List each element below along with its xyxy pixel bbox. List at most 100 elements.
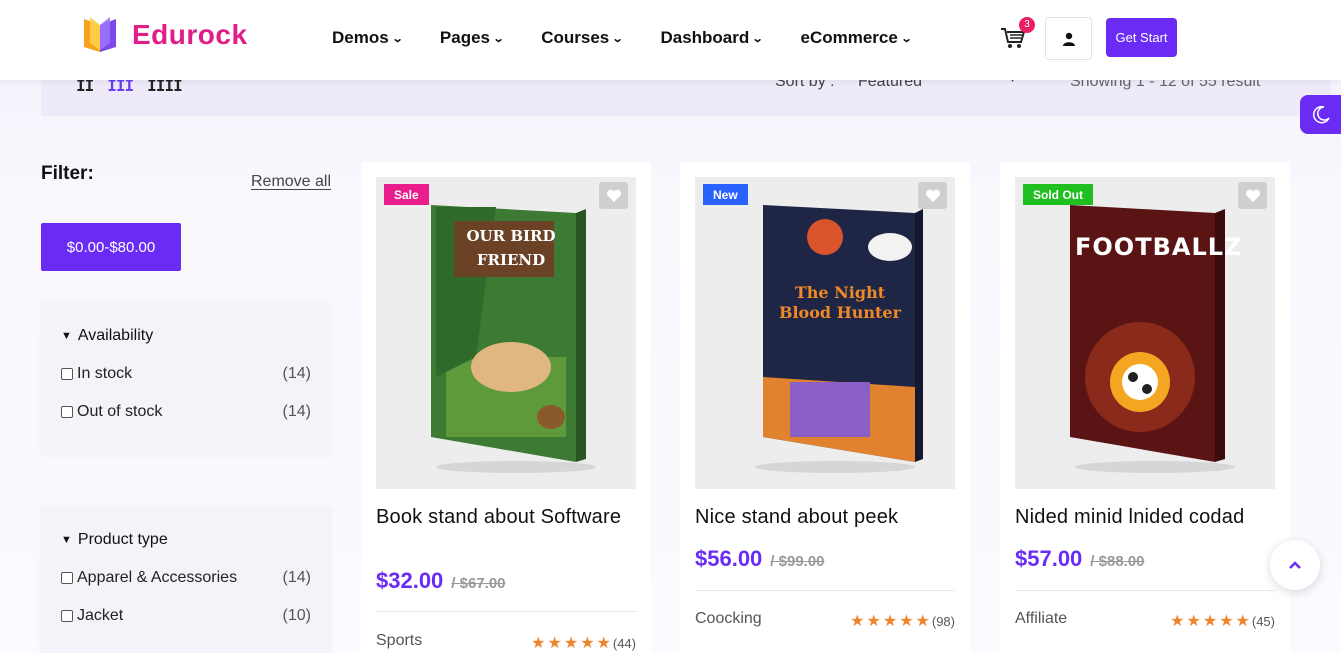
star-icon: ★ xyxy=(866,613,881,630)
facet-title: Availability xyxy=(77,327,154,344)
nav-label: eCommerce xyxy=(800,28,898,47)
divider xyxy=(1015,590,1275,591)
product-card[interactable]: The Night Blood Hunter New Nice stand ab… xyxy=(680,162,970,653)
star-icon: ★ xyxy=(547,635,562,652)
nav-label: Demos xyxy=(332,28,389,47)
user-icon xyxy=(1062,32,1075,46)
product-card[interactable]: FOOTBALLZ Sold Out Nided minid lnided co… xyxy=(1000,162,1290,653)
checkbox[interactable] xyxy=(61,406,73,418)
product-image[interactable]: The Night Blood Hunter New xyxy=(695,177,955,489)
facet-option[interactable]: Apparel & Accessories (14) xyxy=(61,569,311,587)
option-label: Out of stock xyxy=(77,403,163,420)
rating: ★ ★ ★ ★ ★ (44) xyxy=(531,633,636,653)
caret-down-icon: ▼ xyxy=(61,330,72,342)
brand-name: Edurock xyxy=(132,19,248,50)
chevron-down-icon: ⌄ xyxy=(492,32,505,45)
star-icon: ★ xyxy=(531,635,546,652)
checkbox[interactable] xyxy=(61,572,73,584)
user-account-button[interactable] xyxy=(1045,17,1092,60)
cover-title: OUR BIRD FRIEND xyxy=(466,227,556,269)
product-image[interactable]: FOOTBALLZ Sold Out xyxy=(1015,177,1275,489)
nav-demos[interactable]: Demos ⌄ xyxy=(332,28,404,48)
star-icon: ★ xyxy=(882,613,898,630)
review-count: (98) xyxy=(931,613,955,629)
star-icon: ★ xyxy=(1186,613,1201,630)
cover-title: FOOTBALLZ xyxy=(1075,233,1243,261)
price: $32.00 xyxy=(376,568,444,593)
checkbox[interactable] xyxy=(61,368,73,380)
product-category[interactable]: Affiliate xyxy=(1015,610,1067,628)
old-price: / $99.00 xyxy=(770,553,825,570)
new-badge: New xyxy=(703,184,748,205)
product-image[interactable]: OUR BIRD FRIEND Sale xyxy=(376,177,636,489)
nav-dashboard[interactable]: Dashboard ⌄ xyxy=(660,28,764,48)
site-header: Edurock Demos ⌄ Pages ⌄ Courses ⌄ Dashboard… xyxy=(0,0,1341,80)
checkbox[interactable] xyxy=(61,610,73,622)
option-label: Jacket xyxy=(77,607,124,624)
product-category[interactable]: Sports xyxy=(376,632,422,650)
star-icon: ★ xyxy=(580,635,595,652)
old-price: / $67.00 xyxy=(451,575,506,592)
wishlist-button[interactable] xyxy=(599,182,628,209)
nav-courses[interactable]: Courses ⌄ xyxy=(541,28,624,48)
star-icon: ★ xyxy=(1235,613,1250,630)
facet-header[interactable]: ▼ Product type xyxy=(61,531,168,549)
price-filter-chip[interactable]: $0.00-$80.00 xyxy=(41,223,181,271)
rating: ★ ★ ★ ★ ★ (98) xyxy=(850,611,955,631)
scroll-to-top-button[interactable] xyxy=(1270,540,1320,590)
option-count: (14) xyxy=(282,403,311,420)
product-category[interactable]: Coocking xyxy=(695,610,762,628)
wishlist-button[interactable] xyxy=(1238,182,1267,209)
star-icon: ★ xyxy=(1170,613,1185,630)
remove-all-link[interactable]: Remove all xyxy=(251,173,331,191)
facet-header[interactable]: ▼ Availability xyxy=(61,327,153,345)
star-icon: ★ xyxy=(1202,613,1218,630)
get-start-button[interactable]: Get Start xyxy=(1106,18,1177,57)
star-icon: ★ xyxy=(1219,613,1234,630)
chevron-down-icon: ⌄ xyxy=(391,32,404,45)
old-price: / $88.00 xyxy=(1090,553,1145,570)
product-card[interactable]: OUR BIRD FRIEND Sale Book stand about So… xyxy=(361,162,651,653)
star-icon: ★ xyxy=(596,635,611,652)
cover-title: The Night Blood Hunter xyxy=(778,283,902,322)
nav-label: Pages xyxy=(439,28,490,47)
chevron-down-icon: ⌄ xyxy=(751,32,764,45)
nav-label: Courses xyxy=(541,28,610,47)
facet-option[interactable]: Out of stock (14) xyxy=(61,403,311,421)
option-count: (14) xyxy=(282,569,311,586)
star-icon: ★ xyxy=(563,635,579,652)
logo[interactable]: Edurock xyxy=(80,17,248,53)
nav-pages[interactable]: Pages ⌄ xyxy=(439,28,505,48)
book-cover-image xyxy=(755,205,923,473)
moon-icon xyxy=(1312,105,1330,123)
divider xyxy=(376,611,636,612)
product-title[interactable]: Nice stand about peek xyxy=(695,506,960,528)
product-title[interactable]: Nided minid lnided codad xyxy=(1015,506,1280,528)
book-logo-icon xyxy=(80,17,120,53)
star-icon: ★ xyxy=(899,613,914,630)
facet-option[interactable]: Jacket (10) xyxy=(61,607,311,625)
scrollbar[interactable] xyxy=(1330,80,1341,653)
option-label: Apparel & Accessories xyxy=(77,569,238,586)
option-label: In stock xyxy=(77,365,133,382)
star-icon: ★ xyxy=(915,613,930,630)
divider xyxy=(695,590,955,591)
facet-option[interactable]: In stock (14) xyxy=(61,365,311,383)
wishlist-button[interactable] xyxy=(918,182,947,209)
star-icon: ★ xyxy=(850,613,865,630)
heart-icon xyxy=(1245,189,1260,202)
review-count: (45) xyxy=(1251,613,1275,629)
price-row: $32.00 / $67.00 xyxy=(376,568,506,594)
nav-ecommerce[interactable]: eCommerce ⌄ xyxy=(800,28,912,48)
filter-title: Filter: xyxy=(41,163,94,184)
main-nav: Demos ⌄ Pages ⌄ Courses ⌄ Dashboard ⌄ eComme… xyxy=(332,28,912,48)
option-count: (14) xyxy=(282,365,311,382)
product-type-facet: ▼ Product type Apparel & Accessories (14… xyxy=(41,506,331,653)
facet-title: Product type xyxy=(77,531,168,548)
cart-count-badge: 3 xyxy=(1019,17,1035,33)
option-count: (10) xyxy=(282,607,311,624)
chevron-down-icon: ⌄ xyxy=(611,32,624,45)
price: $57.00 xyxy=(1015,546,1083,571)
product-title[interactable]: Book stand about Software xyxy=(376,506,641,528)
sold-out-badge: Sold Out xyxy=(1023,184,1093,205)
